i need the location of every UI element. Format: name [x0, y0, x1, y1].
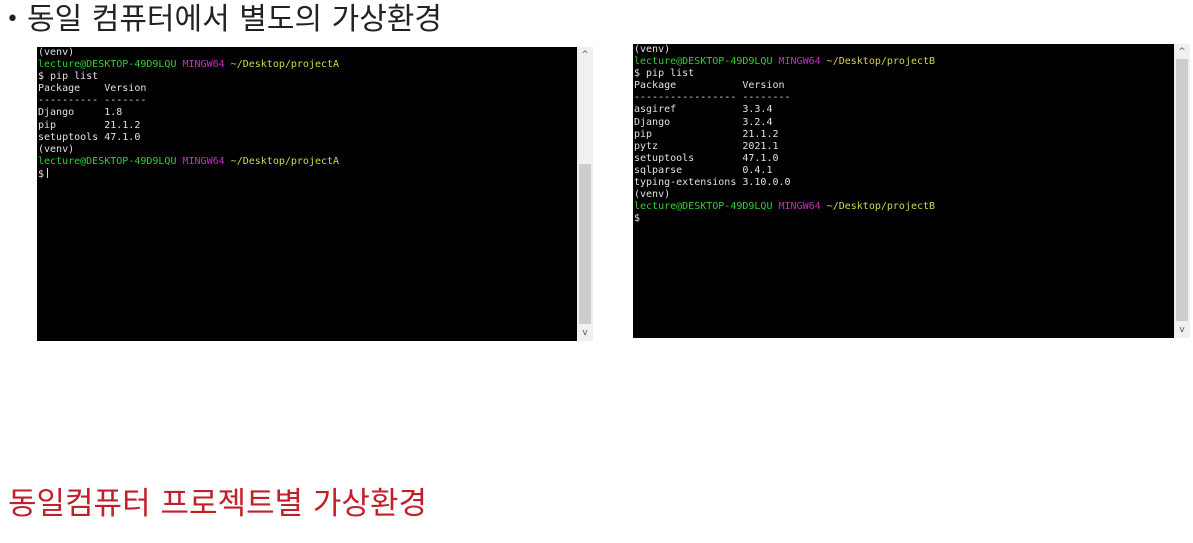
vertical-scrollbar[interactable]: ^ v — [577, 47, 593, 341]
slide-title: • 동일 컴퓨터에서 별도의 가상환경 — [6, 0, 442, 37]
terminal-text: ~/Desktop/projectB — [826, 201, 936, 213]
terminal-line: $ pip list — [38, 71, 575, 83]
slide-title-text: 동일 컴퓨터에서 별도의 가상환경 — [26, 2, 442, 37]
terminal-line: $ — [634, 213, 1172, 225]
terminal-line: typing-extensions 3.10.0.0 — [634, 177, 1172, 189]
terminal-text: lecture@DESKTOP-49D9LQU — [634, 201, 779, 213]
terminal-text: pytz 2021.1 — [634, 140, 779, 152]
terminal-window-project-a[interactable]: (venv) lecture@DESKTOP-49D9LQU MINGW64 ~/… — [37, 47, 593, 341]
section-heading: 동일컴퓨터 프로젝트별 가상환경 — [8, 486, 427, 522]
terminal-line: lecture@DESKTOP-49D9LQU MINGW64 ~/Deskto… — [38, 156, 575, 168]
terminal-line: ---------- ------- — [38, 95, 575, 107]
terminal-line: (venv) — [38, 144, 575, 156]
terminal-text: pip 21.1.2 — [634, 128, 779, 140]
terminal-text: Django 1.8 — [38, 107, 123, 119]
terminal-text: Package Version — [38, 83, 147, 95]
terminal-line: $ pip list — [634, 68, 1172, 80]
terminal-line: setuptools 47.1.0 — [38, 132, 575, 144]
terminal-output: (venv) lecture@DESKTOP-49D9LQU MINGW64 ~/… — [38, 47, 575, 180]
terminal-text: (venv) — [634, 44, 671, 55]
terminal-text: MINGW64 — [778, 56, 827, 68]
terminal-line: ----------------- -------- — [634, 92, 1172, 104]
terminal-line: pytz 2021.1 — [634, 141, 1172, 153]
terminal-text: $ — [38, 168, 45, 180]
terminal-output: (venv) lecture@DESKTOP-49D9LQU MINGW64 ~/… — [634, 44, 1172, 225]
terminal-line: pip 21.1.2 — [38, 120, 575, 132]
terminal-line: lecture@DESKTOP-49D9LQU MINGW64 ~/Deskto… — [38, 59, 575, 71]
terminal-text: typing-extensions 3.10.0.0 — [634, 177, 791, 189]
chevron-down-icon[interactable]: v — [577, 326, 593, 340]
terminal-text: $ — [634, 213, 641, 225]
terminal-text: MINGW64 — [182, 155, 231, 167]
terminal-text: lecture@DESKTOP-49D9LQU — [634, 56, 779, 68]
terminal-text: $ pip list — [38, 71, 99, 83]
terminal-text: (venv) — [634, 189, 671, 201]
chevron-up-icon[interactable]: ^ — [1174, 45, 1190, 59]
terminal-line: $ — [38, 167, 575, 180]
terminal-line: pip 21.1.2 — [634, 129, 1172, 141]
terminal-text: ~/Desktop/projectB — [826, 56, 936, 68]
terminal-text: $ pip list — [634, 68, 695, 80]
terminal-line: (venv) — [634, 44, 1172, 56]
terminal-line: (venv) — [38, 47, 575, 59]
terminal-line: Package Version — [634, 80, 1172, 92]
terminal-text: lecture@DESKTOP-49D9LQU — [38, 155, 183, 167]
terminal-text: ----------------- -------- — [634, 92, 791, 104]
chevron-down-icon[interactable]: v — [1174, 323, 1190, 337]
vertical-scrollbar[interactable]: ^ v — [1174, 44, 1190, 338]
terminal-line: lecture@DESKTOP-49D9LQU MINGW64 ~/Deskto… — [634, 56, 1172, 68]
terminal-text: setuptools 47.1.0 — [38, 131, 141, 143]
terminal-text: MINGW64 — [778, 201, 827, 213]
terminal-text: Django 3.2.4 — [634, 116, 773, 128]
terminal-text: ~/Desktop/projectA — [230, 155, 340, 167]
terminal-line: Django 1.8 — [38, 107, 575, 119]
terminal-window-project-b[interactable]: (venv) lecture@DESKTOP-49D9LQU MINGW64 ~/… — [633, 44, 1190, 338]
scroll-thumb[interactable] — [579, 164, 591, 324]
terminal-text: ---------- ------- — [38, 95, 147, 107]
terminal-line: Django 3.2.4 — [634, 117, 1172, 129]
terminal-text: (venv) — [38, 143, 75, 155]
terminal-text: pip 21.1.2 — [38, 119, 141, 131]
terminal-text: ~/Desktop/projectA — [230, 59, 340, 71]
terminal-line: setuptools 47.1.0 — [634, 153, 1172, 165]
terminal-text: (venv) — [38, 47, 75, 58]
terminal-line: Package Version — [38, 83, 575, 95]
chevron-up-icon[interactable]: ^ — [577, 48, 593, 62]
terminal-text: asgiref 3.3.4 — [634, 104, 773, 116]
text-cursor — [47, 167, 49, 178]
terminal-line: sqlparse 0.4.1 — [634, 165, 1172, 177]
terminal-text: MINGW64 — [182, 59, 231, 71]
terminal-text: setuptools 47.1.0 — [634, 152, 779, 164]
terminal-text: lecture@DESKTOP-49D9LQU — [38, 59, 183, 71]
terminal-line: asgiref 3.3.4 — [634, 104, 1172, 116]
terminal-text: Package Version — [634, 80, 785, 92]
scroll-thumb[interactable] — [1176, 59, 1188, 321]
terminal-line: (venv) — [634, 189, 1172, 201]
terminal-text: sqlparse 0.4.1 — [634, 164, 773, 176]
bullet-icon: • — [6, 7, 19, 32]
terminal-line: lecture@DESKTOP-49D9LQU MINGW64 ~/Deskto… — [634, 201, 1172, 213]
